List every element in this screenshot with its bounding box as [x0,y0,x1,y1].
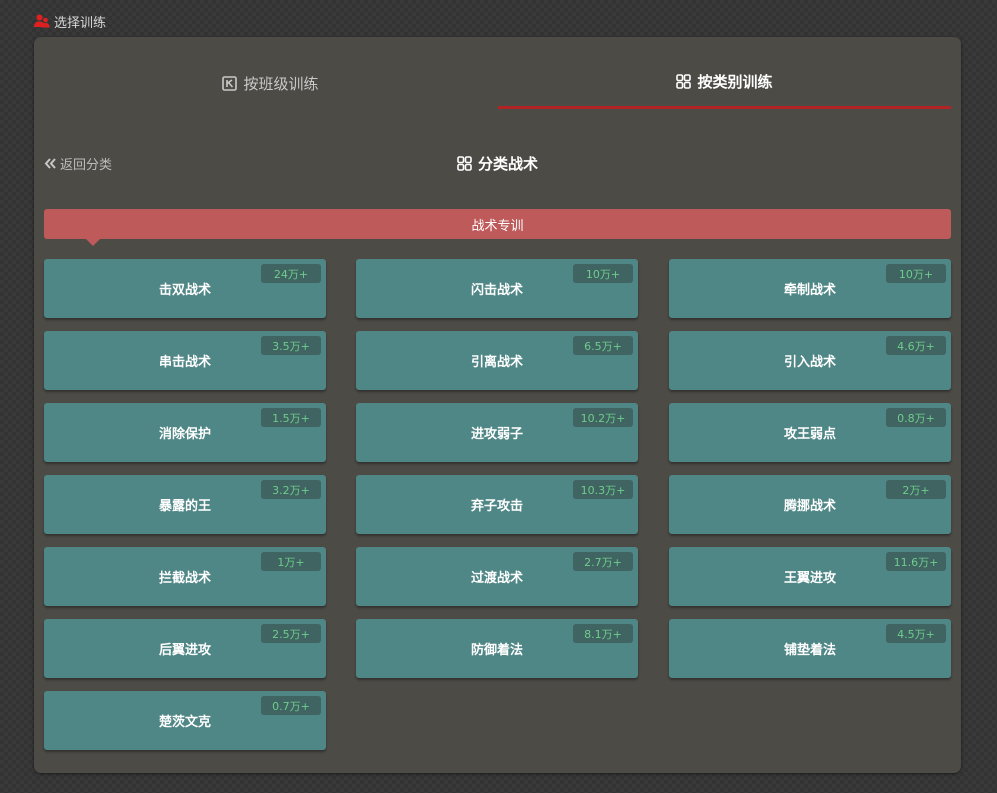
tactic-card[interactable]: 王翼进攻 11.6万+ [669,547,951,606]
tactic-card-count-badge: 11.6万+ [886,552,946,571]
tactic-card[interactable]: 闪击战术 10万+ [356,259,638,318]
tab-by-class[interactable]: 按班级训练 [44,57,497,109]
tactic-card-count-badge: 8.1万+ [573,624,633,643]
tactic-card[interactable]: 后翼进攻 2.5万+ [44,619,326,678]
user-icon [34,14,50,28]
class-icon [222,75,238,91]
tactic-card-count-badge: 10.3万+ [573,480,633,499]
tactic-card-count-badge: 2.5万+ [261,624,321,643]
tactic-card[interactable]: 拦截战术 1万+ [44,547,326,606]
tactic-card-count-badge: 10万+ [886,264,946,283]
tactic-card-count-badge: 1.5万+ [261,408,321,427]
tactic-card[interactable]: 铺垫着法 4.5万+ [669,619,951,678]
category-label: 战术专训 [471,218,524,234]
tactic-card[interactable]: 弃子攻击 10.3万+ [356,475,638,534]
tactic-card-count-badge: 4.6万+ [886,336,946,355]
section-title-label: 分类战术 [477,154,538,173]
category-header[interactable]: 战术专训 [44,209,951,246]
tactic-card-count-badge: 1万+ [261,552,321,571]
tactic-card[interactable]: 楚茨文克 0.7万+ [44,691,326,750]
tactic-card[interactable]: 暴露的王 3.2万+ [44,475,326,534]
tab-by-class-label: 按班级训练 [243,74,319,93]
grid-icon [457,155,472,171]
training-panel: 按班级训练 按类别训练 返回分类 分类战术 战术专训 击双战术 24万+ 闪击战… [34,37,961,773]
tactic-card-count-badge: 2.7万+ [573,552,633,571]
section-title: 分类战术 [34,150,961,176]
tactic-card-count-badge: 3.5万+ [261,336,321,355]
tactic-card-count-badge: 10万+ [573,264,633,283]
page-header: 选择训练 [34,11,106,31]
tactic-card-count-badge: 0.8万+ [886,408,946,427]
training-tabs: 按班级训练 按类别训练 [44,57,951,109]
tactic-card-count-badge: 2万+ [886,480,946,499]
tactic-card[interactable]: 击双战术 24万+ [44,259,326,318]
tab-by-category-label: 按类别训练 [697,73,773,91]
tactic-card[interactable]: 防御着法 8.1万+ [356,619,638,678]
tactic-card[interactable]: 消除保护 1.5万+ [44,403,326,462]
tab-by-category[interactable]: 按类别训练 [498,57,951,109]
tactic-card[interactable]: 攻王弱点 0.8万+ [669,403,951,462]
tactic-card[interactable]: 过渡战术 2.7万+ [356,547,638,606]
page-title: 选择训练 [54,15,107,31]
tactic-card-count-badge: 6.5万+ [573,336,633,355]
tactic-card[interactable]: 串击战术 3.5万+ [44,331,326,390]
tactic-card[interactable]: 腾挪战术 2万+ [669,475,951,534]
tactic-card[interactable]: 引离战术 6.5万+ [356,331,638,390]
tactic-card-count-badge: 10.2万+ [573,408,633,427]
tactic-card-count-badge: 4.5万+ [886,624,946,643]
tactic-card-count-badge: 0.7万+ [261,696,321,715]
tactic-card-count-badge: 24万+ [261,264,321,283]
tactic-card[interactable]: 进攻弱子 10.2万+ [356,403,638,462]
grid-icon [676,74,692,89]
tactic-card-count-badge: 3.2万+ [261,480,321,499]
tactic-card[interactable]: 牵制战术 10万+ [669,259,951,318]
tactic-card[interactable]: 引入战术 4.6万+ [669,331,951,390]
